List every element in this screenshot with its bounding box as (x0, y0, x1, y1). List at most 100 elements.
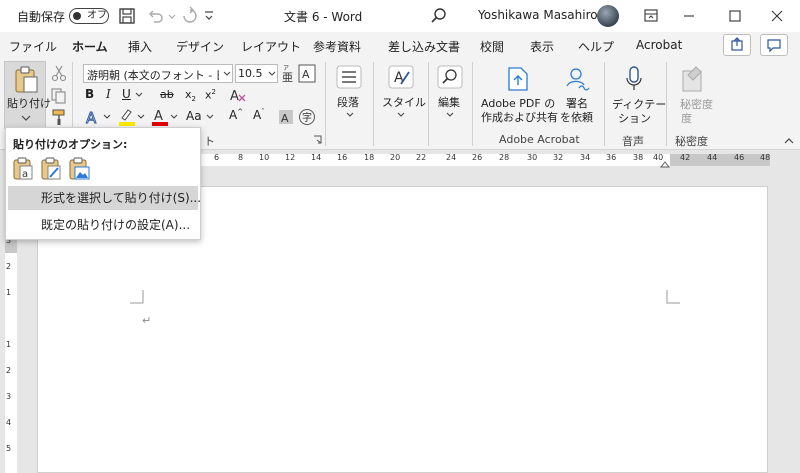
save-icon[interactable] (117, 6, 137, 26)
tab-insert[interactable]: 挿入 (128, 38, 152, 55)
chevron-down-icon[interactable] (135, 92, 143, 98)
grow-font-icon[interactable]: A^ (229, 108, 243, 122)
tab-home[interactable]: ホーム (72, 38, 108, 61)
superscript-icon[interactable]: x2 (205, 88, 216, 102)
chevron-down-icon[interactable] (137, 114, 145, 120)
user-name[interactable]: Yoshikawa Masahiro (478, 8, 598, 22)
font-group-label: ト (204, 135, 215, 148)
bold-icon[interactable]: B (85, 87, 94, 101)
request-signature-button[interactable]: 署名 を依頼 (559, 62, 597, 126)
svg-text:A: A (154, 109, 163, 124)
tab-review[interactable]: 校閲 (480, 38, 504, 55)
change-case-icon[interactable]: Aa (186, 109, 202, 123)
dictate-button[interactable]: ディクテー ション (610, 62, 666, 126)
copy-icon[interactable] (50, 87, 68, 105)
pdf-share-icon (508, 67, 528, 91)
ruler-number: 28 (499, 153, 510, 162)
chevron-down-icon[interactable] (206, 114, 214, 120)
ruler-number: 4 (6, 418, 12, 427)
phonetic-guide-icon[interactable]: ア 亜 (280, 63, 296, 84)
redo-icon[interactable] (180, 6, 200, 26)
ruler-number: 1 (6, 288, 12, 297)
paragraph-mark: ↵ (142, 314, 152, 327)
tab-help[interactable]: ヘルプ (578, 38, 614, 55)
editing-button[interactable]: 編集 (434, 62, 466, 122)
chevron-down-icon (268, 71, 276, 76)
sensitivity-tag-icon (682, 66, 702, 92)
font-dialog-launcher-icon[interactable] (313, 135, 322, 144)
enclose-characters-icon[interactable]: A (298, 64, 316, 83)
tab-design[interactable]: デザイン (176, 38, 224, 55)
shrink-font-icon[interactable]: Aˇ (253, 108, 265, 122)
chevron-down-icon[interactable] (170, 114, 178, 120)
tab-acrobat[interactable]: Acrobat (636, 38, 682, 52)
ruler-number: 48 (760, 153, 771, 162)
tab-file[interactable]: ファイル (9, 38, 57, 55)
search-icon[interactable] (429, 6, 449, 26)
right-indent-marker-icon[interactable] (660, 160, 670, 168)
tab-references[interactable]: 参考資料 (313, 38, 361, 55)
merge-formatting-icon[interactable] (40, 157, 62, 181)
subscript-icon[interactable]: x2 (185, 88, 196, 103)
paste-label: 貼り付け (7, 97, 51, 110)
tab-mailings[interactable]: 差し込み文書 (388, 38, 460, 55)
chevron-down-icon (346, 112, 354, 117)
tab-view[interactable]: 表示 (530, 38, 554, 55)
set-default-paste-item[interactable]: 既定の貼り付けの設定(A)... (8, 213, 198, 237)
svg-text:亜: 亜 (282, 71, 293, 84)
paste-options-header: 貼り付けのオプション: (13, 138, 128, 151)
styles-icon: A (388, 65, 414, 89)
ruler-number: 32 (553, 153, 564, 162)
font-color-icon[interactable]: A (151, 107, 169, 127)
share-button[interactable] (723, 34, 751, 56)
clear-formatting-icon[interactable]: A (229, 86, 247, 104)
strikethrough-icon[interactable]: ab (160, 88, 174, 101)
group-separator (428, 62, 429, 146)
font-name-box[interactable]: 游明朝 (本文のフォント - 日本 (83, 64, 233, 83)
collapse-ribbon-icon[interactable] (784, 137, 794, 145)
sign-label-line1: 署名 (566, 97, 588, 110)
highlighter-icon[interactable] (118, 107, 136, 127)
autosave-state: オフ (87, 10, 107, 21)
minimize-icon[interactable] (666, 0, 712, 32)
undo-icon[interactable] (145, 6, 165, 26)
paste-as-picture-icon[interactable] (68, 157, 90, 181)
svg-text:字: 字 (302, 111, 312, 124)
margin-corner-left (130, 290, 144, 304)
styles-button[interactable]: A スタイル (380, 62, 426, 122)
close-icon[interactable] (754, 0, 800, 32)
text-effects-icon[interactable]: A (84, 108, 102, 128)
tab-layout[interactable]: レイアウト (241, 38, 301, 55)
sensitivity-button[interactable]: 秘密度 度 (672, 62, 713, 126)
italic-icon[interactable]: I (106, 87, 111, 101)
underline-icon[interactable]: U (122, 87, 131, 101)
voice-group-label: 音声 (622, 135, 644, 148)
enclose-char-circle-icon[interactable]: 字 (298, 108, 316, 126)
ruler-number: 5 (6, 444, 12, 453)
undo-dropdown-icon[interactable] (167, 6, 177, 26)
maximize-icon[interactable] (712, 0, 758, 32)
chevron-down-icon[interactable] (103, 114, 111, 120)
svg-text:A: A (302, 68, 310, 81)
ruler-number: 20 (390, 153, 401, 162)
avatar[interactable] (597, 5, 619, 27)
paste-special-item[interactable]: 形式を選択して貼り付け(S)... (8, 186, 201, 210)
styles-label: スタイル (382, 96, 426, 109)
paragraph-button[interactable]: 段落 (333, 62, 367, 122)
format-painter-icon[interactable] (50, 108, 68, 126)
create-share-pdf-button[interactable]: Adobe PDF の 作成および共有 (478, 62, 558, 126)
cut-icon[interactable] (50, 64, 68, 82)
comments-button[interactable] (760, 34, 788, 56)
autosave-label: 自動保存 (17, 10, 66, 24)
ruler-number: 18 (364, 153, 375, 162)
microphone-icon (626, 66, 642, 90)
horizontal-ruler[interactable]: 6 8 10 12 14 16 18 20 22 24 26 28 30 32 … (200, 150, 800, 168)
keep-source-formatting-icon[interactable]: a (12, 157, 34, 181)
autosave-toggle[interactable]: オフ (69, 8, 109, 24)
character-shading-icon[interactable]: A (278, 109, 294, 125)
font-size-box[interactable]: 10.5 (235, 64, 278, 83)
paste-button[interactable]: 貼り付け (4, 61, 51, 129)
ruler-number: 38 (633, 153, 644, 162)
customize-quick-access-icon[interactable] (204, 6, 214, 26)
ruler-number: 3 (6, 392, 12, 401)
